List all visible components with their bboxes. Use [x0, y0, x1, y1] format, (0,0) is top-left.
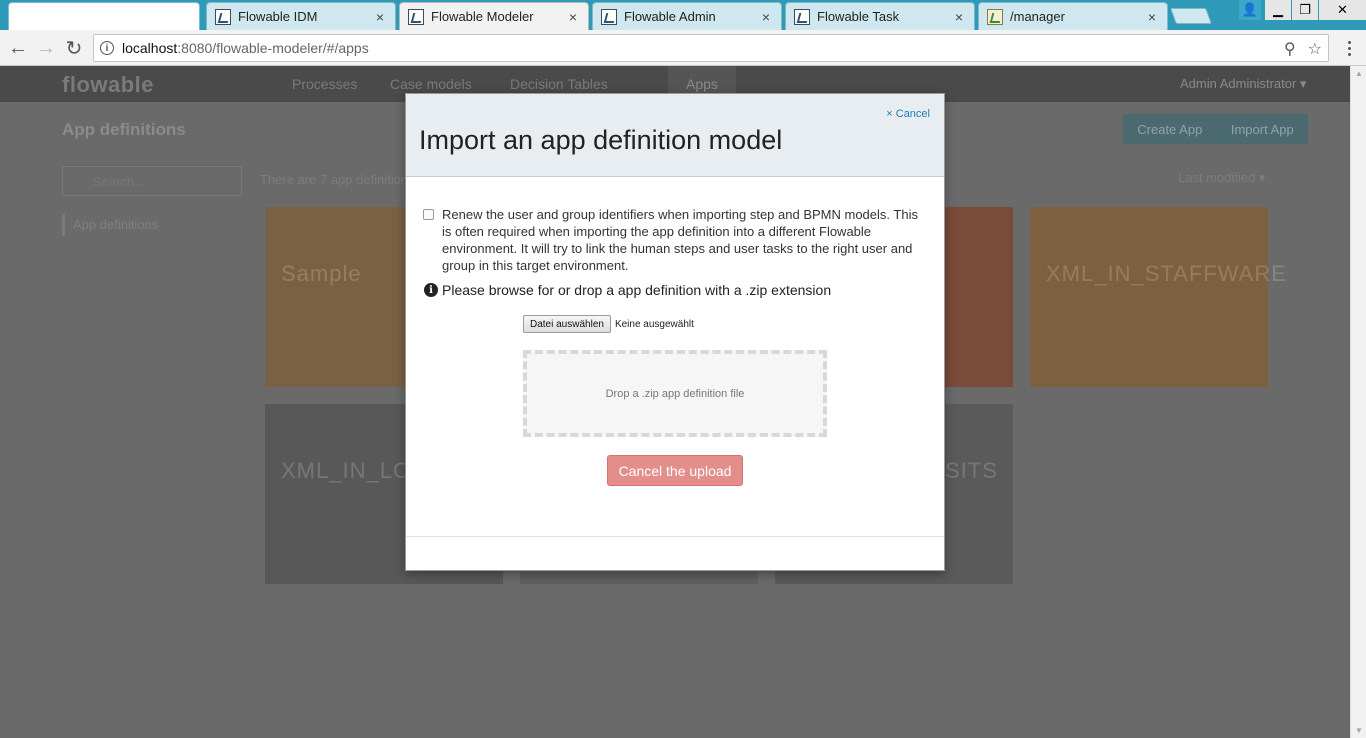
close-icon[interactable]: ×	[759, 9, 773, 25]
close-icon[interactable]: ×	[952, 9, 966, 25]
modal-title: Import an app definition model	[419, 125, 783, 155]
flowable-favicon-icon	[215, 8, 231, 25]
tab-flowable-admin[interactable]: Flowable Admin ×	[592, 2, 782, 30]
tab-title: Flowable Admin	[624, 9, 716, 24]
image-favicon-icon	[987, 8, 1003, 25]
create-app-button[interactable]: Create App	[1137, 122, 1202, 137]
result-count: There are 7 app definitions	[260, 172, 415, 187]
scroll-up-icon[interactable]: ▲	[1355, 69, 1363, 78]
nav-case-models[interactable]: Case models	[390, 76, 472, 92]
info-icon[interactable]: i	[100, 41, 114, 55]
sidebar-item-app-definitions[interactable]: App definitions	[62, 214, 158, 236]
file-dropzone[interactable]: Drop a .zip app definition file	[523, 350, 827, 437]
maximize-button[interactable]: ❐	[1292, 0, 1318, 20]
renew-identifiers-checkbox[interactable]	[423, 209, 434, 220]
app-card-title: XML_IN_LO	[281, 458, 412, 483]
browse-instructions: i Please browse for or drop a app defini…	[424, 282, 831, 298]
flowable-favicon-icon	[601, 8, 617, 25]
page-title: App definitions	[62, 120, 186, 139]
reload-button[interactable]: ↻	[62, 36, 86, 60]
close-icon[interactable]: ×	[373, 9, 387, 25]
tab-blank[interactable]	[8, 2, 200, 30]
flowable-favicon-icon	[794, 8, 810, 25]
dropzone-label: Drop a .zip app definition file	[605, 387, 745, 400]
scroll-down-icon[interactable]: ▼	[1355, 726, 1363, 735]
close-icon[interactable]: ×	[1145, 9, 1159, 25]
browser-tabstrip: Flowable IDM × Flowable Modeler × Flowab…	[0, 0, 1366, 30]
minimize-button[interactable]: ▁	[1265, 0, 1291, 20]
profile-icon[interactable]: 👤	[1239, 0, 1261, 20]
cancel-upload-button[interactable]: Cancel the upload	[607, 455, 743, 486]
app-card-title: SITS	[945, 458, 998, 483]
tab-flowable-modeler[interactable]: Flowable Modeler ×	[399, 2, 589, 30]
flowable-favicon-icon	[408, 8, 424, 25]
file-status: Keine ausgewählt	[614, 318, 694, 330]
window-close-button[interactable]: ✕	[1319, 0, 1366, 20]
app-card-title: XML_IN_STAFFWARE	[1046, 261, 1287, 286]
nav-decision-tables[interactable]: Decision Tables	[510, 76, 608, 92]
tab-title: Flowable Task	[817, 9, 900, 24]
browse-text: Please browse for or drop a app definiti…	[442, 282, 832, 298]
user-menu[interactable]: Admin Administrator ▾	[1180, 76, 1306, 92]
tab-title: Flowable Modeler	[431, 9, 534, 24]
back-button[interactable]: ←	[6, 36, 30, 60]
renew-identifiers-option: Renew the user and group identifiers whe…	[423, 206, 933, 274]
app-actions: Create App Import App	[1123, 114, 1308, 144]
page-scrollbar[interactable]: ▲ ▼	[1350, 66, 1366, 738]
modal-header: × Cancel Import an app definition model	[406, 94, 944, 177]
tab-manager[interactable]: /manager ×	[978, 2, 1168, 30]
renew-identifiers-label: Renew the user and group identifiers whe…	[442, 207, 918, 273]
zoom-icon[interactable]: ⚲	[1284, 39, 1296, 59]
modal-footer-divider	[406, 536, 944, 537]
forward-button[interactable]: →	[34, 36, 58, 60]
url-host: localhost	[122, 40, 178, 56]
tab-title: Flowable IDM	[238, 9, 318, 24]
app-card-title: Sample	[281, 261, 362, 286]
import-app-button[interactable]: Import App	[1231, 122, 1294, 137]
sort-dropdown[interactable]: Last modified ▾	[1178, 170, 1265, 186]
choose-file-button[interactable]: Datei auswählen	[523, 315, 611, 333]
tab-flowable-task[interactable]: Flowable Task ×	[785, 2, 975, 30]
close-icon[interactable]: ×	[566, 9, 580, 25]
tab-flowable-idm[interactable]: Flowable IDM ×	[206, 2, 396, 30]
tab-title: /manager	[1010, 9, 1065, 24]
import-app-modal: × Cancel Import an app definition model …	[405, 93, 945, 571]
browser-toolbar: ← → ↻ i localhost :8080/flowable-modeler…	[0, 30, 1366, 66]
nav-processes[interactable]: Processes	[292, 76, 357, 92]
search-input[interactable]: Search...	[62, 166, 242, 196]
browser-menu-icon[interactable]	[1342, 36, 1356, 60]
app-card[interactable]: XML_IN_STAFFWARE	[1030, 207, 1286, 387]
file-input: Datei auswählen Keine ausgewählt	[523, 315, 694, 333]
flowable-logo: flowable	[62, 72, 155, 97]
new-tab-button[interactable]	[1170, 8, 1212, 24]
modal-cancel-link[interactable]: × Cancel	[886, 108, 930, 120]
url-path: :8080/flowable-modeler/#/apps	[177, 40, 369, 56]
info-circle-icon: i	[424, 283, 438, 297]
bookmark-star-icon[interactable]: ☆	[1308, 39, 1322, 59]
address-bar[interactable]: i localhost :8080/flowable-modeler/#/app…	[93, 34, 1329, 62]
